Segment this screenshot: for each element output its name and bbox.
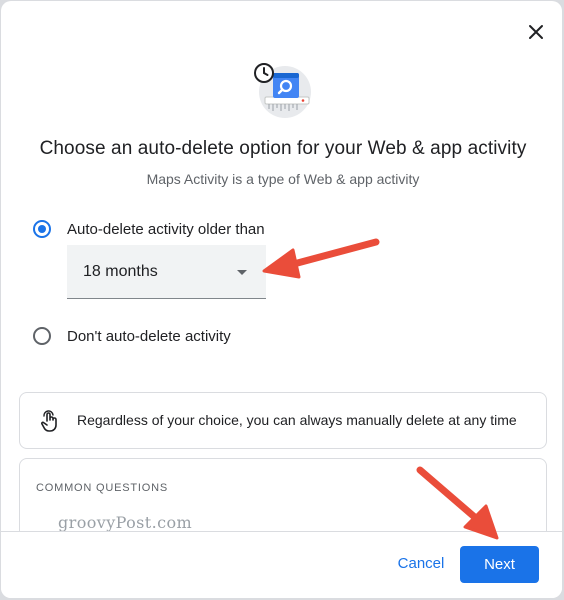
dont-auto-delete-option-label[interactable]: Don't auto-delete activity: [67, 328, 231, 345]
next-button[interactable]: Next: [460, 546, 539, 583]
close-icon: [529, 25, 543, 39]
cancel-button[interactable]: Cancel: [388, 555, 454, 575]
dropdown-caret-icon: [237, 270, 247, 275]
common-questions-heading: COMMON QUESTIONS: [36, 482, 168, 494]
auto-delete-radio[interactable]: [33, 220, 51, 238]
close-button[interactable]: [519, 15, 553, 49]
duration-select-value: 18 months: [83, 263, 158, 280]
duration-select[interactable]: 18 months: [67, 245, 266, 299]
dont-auto-delete-radio[interactable]: [33, 327, 51, 345]
dialog-subtitle: Maps Activity is a type of Web & app act…: [146, 171, 420, 187]
watermark-text: groovyPost.com: [58, 513, 193, 532]
shredder-search-clock-illustration: [254, 63, 311, 118]
touch-hand-icon: [41, 410, 57, 432]
manual-delete-info-text: Regardless of your choice, you can alway…: [77, 412, 517, 428]
manual-delete-info-card: Regardless of your choice, you can alway…: [19, 392, 547, 449]
auto-delete-dialog: Choose an auto-delete option for your We…: [1, 1, 562, 598]
dialog-title: Choose an auto-delete option for your We…: [39, 138, 527, 159]
auto-delete-option-label[interactable]: Auto-delete activity older than: [67, 221, 265, 238]
